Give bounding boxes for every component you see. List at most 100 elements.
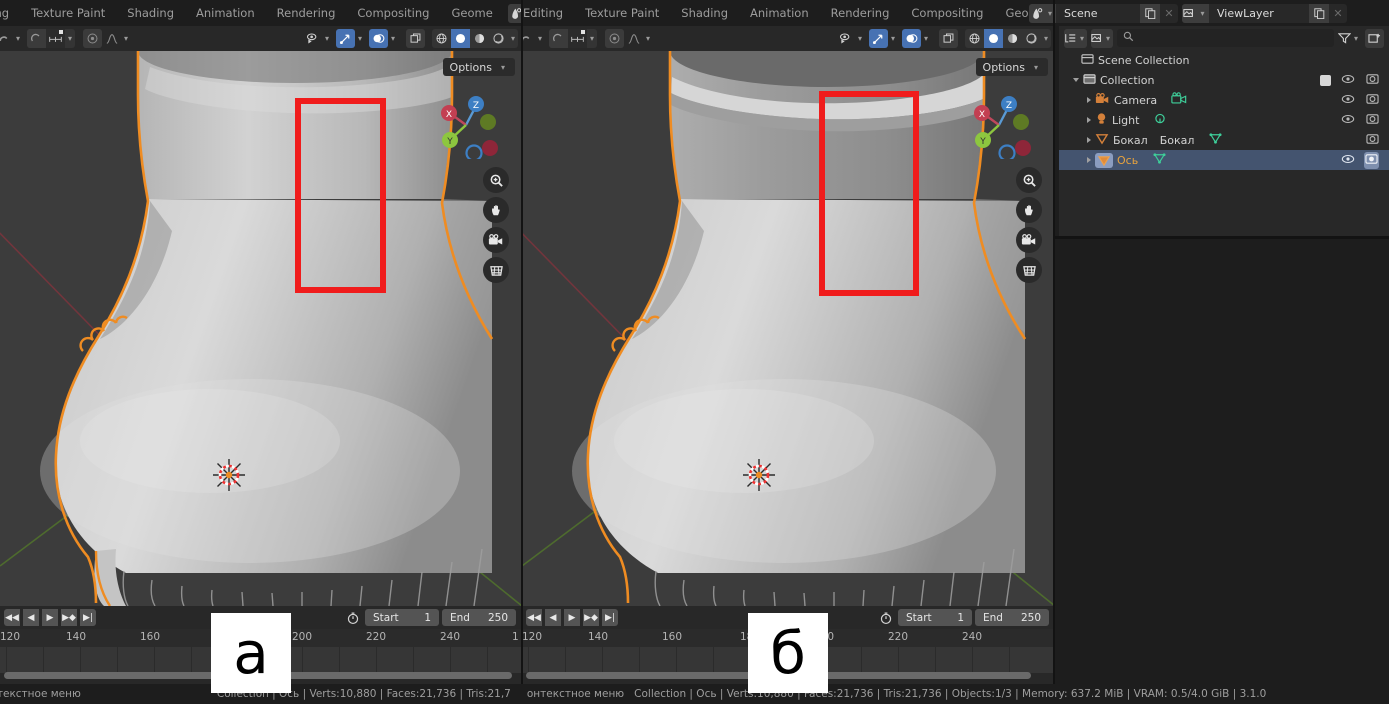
viewport-options-button-b[interactable]: Options ▾ [975, 58, 1048, 76]
frame-end-field-b[interactable]: End 250 [975, 609, 1049, 626]
hand-pan-icon[interactable] [483, 197, 509, 223]
workspace-tab-compositing[interactable]: Compositing [346, 0, 440, 26]
jump-to-end-icon[interactable]: ▶| [80, 609, 96, 626]
object-visibility-icon[interactable] [303, 29, 322, 48]
workspace-tab-animation[interactable]: Animation [185, 0, 266, 26]
mesh-data-icon[interactable] [1152, 152, 1167, 168]
workspace-tab-rendering[interactable]: Rendering [266, 0, 347, 26]
copy-icon[interactable] [1140, 3, 1160, 23]
chevron-down-icon[interactable]: ▾ [921, 34, 931, 43]
xray-toggle-icon[interactable] [938, 29, 958, 48]
expander-closed-icon[interactable] [1087, 117, 1091, 123]
viewlayer-name[interactable]: ViewLayer [1209, 7, 1309, 20]
camera-render-icon[interactable] [1366, 113, 1379, 128]
viewport-axis-gizmo-a[interactable]: Z X Y [432, 91, 500, 162]
play-icon[interactable]: ▶ [42, 609, 58, 626]
play-reverse-icon[interactable]: ◀ [545, 609, 561, 626]
workspace-tab-compositing-b[interactable]: Compositing [900, 0, 994, 26]
chevron-down-icon[interactable]: ▾ [13, 34, 23, 43]
camera-view-icon[interactable] [1016, 227, 1042, 253]
snap-increment-icon[interactable] [46, 29, 66, 48]
shading-rendered-icon[interactable] [489, 29, 508, 48]
shading-wireframe-icon[interactable] [432, 29, 451, 48]
viewlayer-icon[interactable]: ▾ [1182, 3, 1209, 23]
workspace-tab-editing-b[interactable]: Editing [522, 0, 574, 26]
workspace-tab-texture-paint[interactable]: Texture Paint [20, 0, 116, 26]
falloff-curve-icon[interactable] [102, 29, 121, 48]
outliner-row-camera[interactable]: Camera [1059, 90, 1389, 110]
shading-wireframe-icon[interactable] [965, 29, 984, 48]
close-icon[interactable]: ✕ [1160, 4, 1178, 23]
xray-toggle-icon[interactable] [405, 29, 425, 48]
filter-funnel-icon[interactable]: ▾ [1337, 29, 1361, 48]
outliner-row-collection[interactable]: Collection [1059, 70, 1389, 90]
hand-pan-icon[interactable] [1016, 197, 1042, 223]
viewport-3d-b[interactable]: Options ▾ Z X Y [522, 51, 1055, 606]
gizmo-icon[interactable] [868, 29, 888, 48]
collection-enable-checkbox[interactable] [1320, 74, 1331, 86]
chevron-down-icon[interactable]: ▾ [508, 34, 518, 43]
camera-render-icon[interactable] [1366, 93, 1379, 108]
auto-keying-icon[interactable] [876, 608, 895, 627]
play-reverse-icon[interactable]: ◀ [23, 609, 39, 626]
camera-render-icon[interactable] [1364, 151, 1379, 169]
shading-solid-icon[interactable] [450, 29, 470, 48]
shading-material-icon[interactable] [1003, 29, 1022, 48]
frame-start-field-a[interactable]: Start 1 [365, 609, 439, 626]
outliner-row-scene-collection[interactable]: Scene Collection [1059, 50, 1389, 70]
copy-icon[interactable] [1309, 3, 1329, 23]
chevron-down-icon[interactable]: ▾ [888, 34, 898, 43]
chevron-down-icon[interactable]: ▾ [65, 34, 75, 43]
eye-icon[interactable] [1341, 154, 1355, 167]
expander-open-icon[interactable] [1073, 78, 1079, 82]
gizmo-icon[interactable] [335, 29, 355, 48]
camera-render-icon[interactable] [1366, 133, 1379, 148]
outliner-row-light[interactable]: Light [1059, 110, 1389, 130]
snap-increment-icon[interactable] [568, 29, 588, 48]
chevron-down-icon[interactable]: ▾ [1041, 34, 1051, 43]
proportional-editing-icon[interactable] [549, 29, 569, 48]
proportional-falloff-toggle-icon[interactable] [83, 29, 103, 48]
shading-material-icon[interactable] [470, 29, 489, 48]
shading-solid-icon[interactable] [983, 29, 1003, 48]
jump-to-start-icon[interactable]: ◀◀ [4, 609, 20, 626]
auto-keying-icon[interactable] [343, 608, 362, 627]
scene-selector-a[interactable]: ▾ Scene [507, 3, 522, 23]
chevron-down-icon[interactable]: ▾ [587, 34, 597, 43]
viewport-3d-a[interactable]: Options ▾ Z X Y [0, 51, 522, 606]
scene-name-right[interactable]: Scene [1056, 7, 1140, 20]
falloff-curve-icon[interactable] [624, 29, 643, 48]
eye-icon[interactable] [1341, 114, 1355, 127]
chevron-down-icon[interactable]: ▾ [643, 34, 653, 43]
viewlayer-selector[interactable]: ▾ ViewLayer ✕ [1182, 3, 1347, 23]
chevron-down-icon[interactable]: ▾ [855, 34, 865, 43]
editor-divider-1[interactable] [521, 0, 523, 684]
overlays-icon[interactable] [901, 29, 921, 48]
workspace-tab-texture-paint-b[interactable]: Texture Paint [574, 0, 670, 26]
camera-data-icon[interactable] [1171, 92, 1187, 108]
object-visibility-icon[interactable] [836, 29, 855, 48]
close-icon[interactable]: ✕ [1329, 4, 1347, 23]
orthographic-grid-icon[interactable] [483, 257, 509, 283]
play-icon[interactable]: ▶ [564, 609, 580, 626]
light-data-icon[interactable] [1153, 112, 1167, 129]
overlays-icon[interactable] [368, 29, 388, 48]
viewport-axis-gizmo-b[interactable]: Z X Y [965, 91, 1033, 162]
outliner-display-mode-icon[interactable]: ▾ [1064, 28, 1088, 48]
outliner-row-os[interactable]: Ось [1059, 150, 1389, 170]
eye-icon[interactable] [1341, 94, 1355, 107]
chevron-down-icon[interactable]: ▾ [355, 34, 365, 43]
jump-to-start-icon[interactable]: ◀◀ [526, 609, 542, 626]
next-keyframe-icon[interactable]: ▶◆ [583, 609, 599, 626]
outliner-row-bokal[interactable]: Бокал Бокал [1059, 130, 1389, 150]
magnet-icon[interactable] [0, 29, 13, 48]
workspace-tab-rendering-b[interactable]: Rendering [820, 0, 901, 26]
viewport-options-button-a[interactable]: Options ▾ [442, 58, 515, 76]
expander-closed-icon[interactable] [1087, 97, 1091, 103]
workspace-tab-shading[interactable]: Shading [116, 0, 185, 26]
workspace-tab-geometry[interactable]: Geome [440, 0, 503, 26]
orthographic-grid-icon[interactable] [1016, 257, 1042, 283]
scene-icon[interactable]: ▾ [507, 3, 522, 23]
next-keyframe-icon[interactable]: ▶◆ [61, 609, 77, 626]
shading-rendered-icon[interactable] [1022, 29, 1041, 48]
